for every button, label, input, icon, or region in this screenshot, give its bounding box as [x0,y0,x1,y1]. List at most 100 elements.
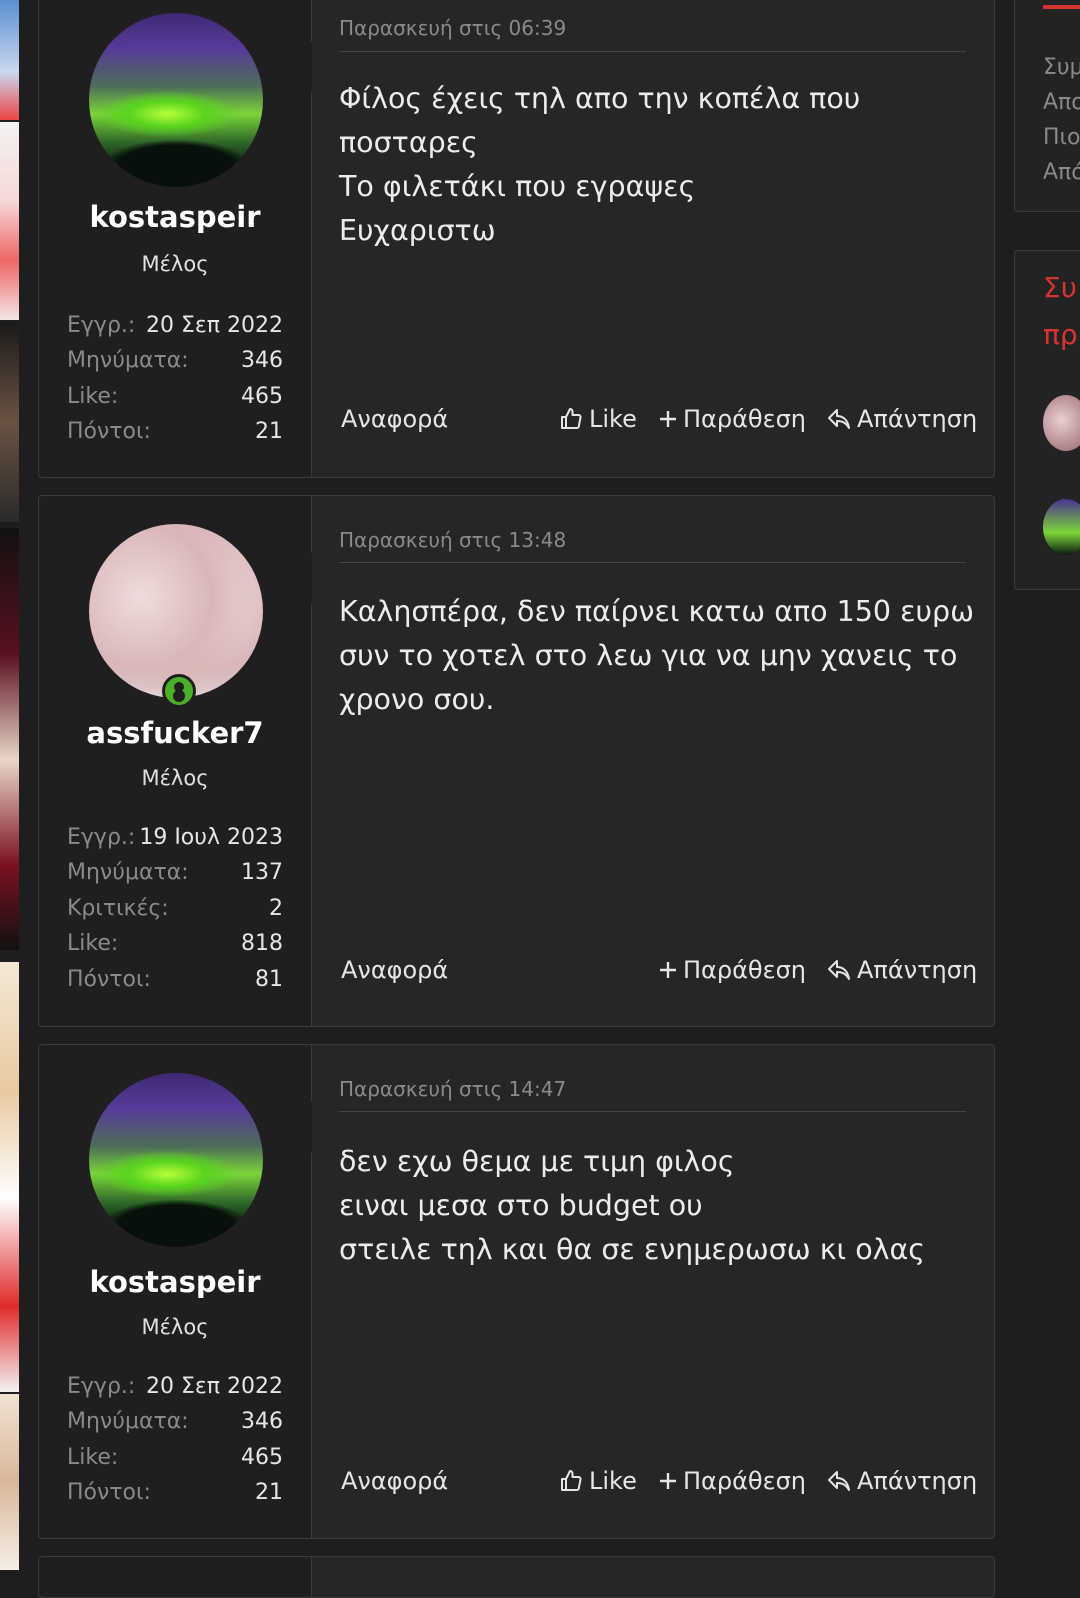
stat-row: Μηνύματα: 137 [67,855,283,890]
stat-value: 137 [241,860,283,886]
stat-value: 20 Σεπ 2022 [145,1374,283,1399]
stat-value: 21 [255,1480,283,1506]
post-line: Καλησπέρα, δεν παίρνει κατω απο 150 ευρω… [339,595,974,716]
stat-label: Πόντοι: [67,1480,151,1506]
post-body: Καλησπέρα, δεν παίρνει κατω απο 150 ευρω… [339,590,974,722]
reply-label: Απάντηση [857,405,978,433]
post-arrow [284,41,312,93]
post-next-edge [38,1556,995,1598]
stat-label: Πόντοι: [67,419,151,445]
stat-row: Μηνύματα: 346 [67,1404,283,1439]
stat-row: Μηνύματα: 346 [67,343,283,378]
stat-row: Πόντοι: 21 [67,414,283,449]
reply-button[interactable]: Απάντηση [827,1467,977,1495]
like-button[interactable]: Like [559,405,637,433]
reply-button[interactable]: Απάντηση [827,956,977,984]
reply-icon [827,1470,851,1492]
post-user-info: kostaspeir Μέλος Εγγρ.: 20 Σεπ 2022 Μηνύμ… [39,0,312,477]
username[interactable]: assfucker7 [39,716,311,750]
sidebar-heading-fragment [1043,0,1080,9]
plus-icon [659,1472,677,1490]
post: kostaspeir Μέλος Εγγρ.: 20 Σεπ 2022 Μηνύμ… [38,1044,995,1539]
reply-button[interactable]: Απάντηση [827,405,977,433]
report-button[interactable]: Αναφορά [341,956,448,984]
left-ad-strip[interactable] [0,0,19,1570]
online-status-icon [162,674,196,708]
stat-row: Εγγρ.: 19 Ιουλ 2023 [67,820,283,855]
avatar[interactable] [89,1073,263,1247]
stat-label: Κριτικές: [67,895,169,921]
plus-icon [659,961,677,979]
sidebar-stats-lines: Συμ Απο Πιο Από [1043,50,1080,190]
sidebar-avatar[interactable] [1043,395,1080,451]
stat-value: 346 [241,1409,283,1435]
post-arrow [284,552,312,604]
ad-banner-4[interactable] [0,528,19,950]
report-button[interactable]: Αναφορά [341,405,448,433]
user-title: Μέλος [141,1315,209,1339]
user-stats: Εγγρ.: 20 Σεπ 2022 Μηνύματα: 346 Like: 465 … [67,308,283,450]
avatar[interactable] [89,524,263,698]
stat-row: Like: 465 [67,1440,283,1475]
post-user-info [39,1557,312,1597]
post-divider [339,1111,966,1112]
stat-value: 20 Σεπ 2022 [145,313,283,338]
post-user-info: kostaspeir Μέλος Εγγρ.: 20 Σεπ 2022 Μηνύμ… [39,1045,312,1538]
post-date[interactable]: Παρασκευή στις 14:47 [339,1077,566,1101]
stat-row: Πόντοι: 21 [67,1475,283,1510]
sidebar-avatar[interactable] [1043,499,1080,555]
post-divider [339,51,966,52]
post: assfucker7 Μέλος Εγγρ.: 19 Ιουλ 2023 Μηνύ… [38,495,995,1027]
user-title: Μέλος [141,766,209,790]
sidebar-line: Απο [1043,90,1080,115]
username[interactable]: kostaspeir [39,200,311,234]
post: kostaspeir Μέλος Εγγρ.: 20 Σεπ 2022 Μηνύμ… [38,0,995,478]
sidebar-line: Πιο [1043,125,1080,150]
like-label: Like [589,1467,637,1495]
stat-row: Πόντοι: 81 [67,962,283,997]
report-label: Αναφορά [341,956,449,984]
post-body: Φίλος έχεις τηλ απο την κοπέλα που ποστα… [339,77,974,253]
post-date[interactable]: Παρασκευή στις 06:39 [339,16,566,40]
sidebar-line: Συμ [1043,55,1080,80]
quote-button[interactable]: Παράθεση [659,1467,806,1495]
post-line: Ευχαριστω [339,214,496,247]
stat-value: 19 Ιουλ 2023 [139,825,283,850]
sidebar-related-title[interactable]: Συ [1043,271,1077,304]
like-button[interactable]: Like [559,1467,637,1495]
user-stats: Εγγρ.: 19 Ιουλ 2023 Μηνύματα: 137 Κριτικές… [67,820,283,997]
stat-value: 465 [241,1444,283,1470]
ad-banner-5[interactable] [0,962,19,1392]
post-body: δεν εχω θεμα με τιμη φιλος ειναι μεσα στ… [339,1140,974,1272]
stat-label: Like: [67,931,119,957]
post-actions: Αναφορά Like Παράθεση Απάντηση [339,1467,977,1503]
quote-label: Παράθεση [683,956,806,984]
avatar[interactable] [89,13,263,187]
sidebar-related-title[interactable]: πρ [1043,318,1078,351]
user-title: Μέλος [141,252,209,276]
ad-banner-1[interactable] [0,0,19,120]
reply-icon [827,959,851,981]
post-arrow [284,1101,312,1153]
quote-button[interactable]: Παράθεση [659,405,806,433]
sidebar-line: Από [1043,160,1080,185]
ad-banner-2[interactable] [0,122,19,320]
sidebar-stats-box: Συμ Απο Πιο Από [1014,0,1080,212]
post-line: στειλε τηλ και θα σε ενημερωσω κι ολας [339,1233,926,1266]
like-label: Like [589,405,637,433]
post-line: Το φιλετάκι που εγραψες [339,170,696,203]
ad-banner-6[interactable] [0,1394,19,1570]
ad-banner-3[interactable] [0,322,19,522]
reply-label: Απάντηση [857,956,978,984]
report-button[interactable]: Αναφορά [341,1467,448,1495]
stat-row: Like: 465 [67,379,283,414]
quote-button[interactable]: Παράθεση [659,956,806,984]
stat-value: 346 [241,348,283,374]
stat-label: Like: [67,1444,119,1470]
stat-value: 21 [255,419,283,445]
user-stats: Εγγρ.: 20 Σεπ 2022 Μηνύματα: 346 Like: 465 … [67,1369,283,1511]
username[interactable]: kostaspeir [39,1265,311,1299]
reply-icon [827,408,851,430]
stat-label: Εγγρ.: [67,1374,136,1399]
post-date[interactable]: Παρασκευή στις 13:48 [339,528,566,552]
